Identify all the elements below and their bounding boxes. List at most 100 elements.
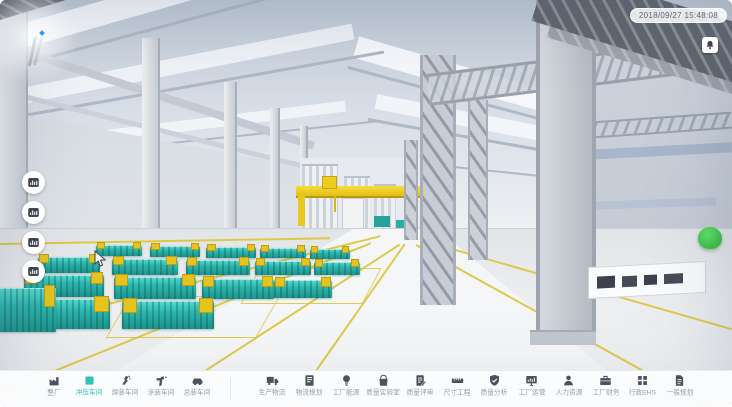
panel-screen xyxy=(664,273,683,284)
factory-icon xyxy=(48,374,61,387)
bottom-toolbar: 整厂 冲压车间 焊装车间 涂装车间 xyxy=(0,370,732,407)
file-icon xyxy=(673,374,686,387)
tab-label: 行政EHS xyxy=(629,387,656,397)
toolbar-divider xyxy=(230,378,231,400)
stamping-die-block xyxy=(122,301,214,329)
panel-chart-icon xyxy=(27,236,40,249)
stamping-die-block xyxy=(38,257,100,273)
assembly-car-icon xyxy=(191,374,204,387)
factory-column xyxy=(270,108,280,248)
green-status-object xyxy=(698,227,722,249)
tab-quality-analysis[interactable]: 质量分析 xyxy=(476,374,512,404)
data-panel-button-4[interactable] xyxy=(22,260,45,283)
crane-trolley xyxy=(322,176,337,189)
tab-label: 焊装车间 xyxy=(112,387,139,397)
stamping-die-block xyxy=(274,280,332,298)
data-panel-button-2[interactable] xyxy=(22,201,45,224)
mouse-cursor xyxy=(94,250,108,268)
shield-icon xyxy=(488,374,501,387)
column-base xyxy=(530,330,596,345)
bell-icon xyxy=(705,40,715,50)
tab-label: 质量实验室 xyxy=(366,387,400,397)
tab-label: 工厂运营 xyxy=(518,387,545,397)
truck-icon xyxy=(266,374,279,387)
bag-icon xyxy=(377,374,390,387)
storage-rack xyxy=(302,164,338,232)
workshop-square-icon xyxy=(83,374,96,387)
tab-factory-energy[interactable]: 工厂能源 xyxy=(328,374,364,404)
tab-dimension-engineering[interactable]: 尺寸工程 xyxy=(439,374,475,404)
wall-display-panel xyxy=(588,261,706,299)
stamping-die-block xyxy=(0,288,56,332)
stamping-die-block xyxy=(255,261,311,275)
data-panel-button-1[interactable] xyxy=(22,171,45,194)
distant-machine xyxy=(374,216,390,227)
tab-logistics-planning[interactable]: 物流规划 xyxy=(291,374,327,404)
panel-chart-icon xyxy=(27,176,40,189)
module-tabs: 生产物流 物流规划 工厂能源 质量实验室 xyxy=(254,374,698,404)
tab-factory-operation[interactable]: 工厂运营 xyxy=(514,374,550,404)
tab-label: 生产物流 xyxy=(259,387,286,397)
floor-horizon-line xyxy=(0,228,732,229)
stamping-die-block xyxy=(310,249,350,259)
stamping-die-block xyxy=(114,277,196,299)
digital-twin-app: 2018/09/27 15:48:08 整厂 冲压车间 xyxy=(0,0,732,407)
panel-screen xyxy=(622,275,637,287)
clock: 2018/09/27 15:48:08 xyxy=(630,8,727,23)
tab-human-resources[interactable]: 人力资源 xyxy=(551,374,587,404)
stamping-die-block xyxy=(202,279,274,299)
tab-label: 质量分析 xyxy=(481,387,508,397)
stamping-die-block xyxy=(186,260,250,275)
tab-label: 冲压车间 xyxy=(76,387,103,397)
panel-screen xyxy=(597,276,615,289)
route-doc-icon xyxy=(303,374,316,387)
ruler-icon xyxy=(451,374,464,387)
tab-general-planning[interactable]: 一般规划 xyxy=(662,374,698,404)
paint-spray-icon xyxy=(155,374,168,387)
tab-whole-plant[interactable]: 整厂 xyxy=(37,374,71,404)
data-panel-button-3[interactable] xyxy=(22,231,45,254)
person-icon xyxy=(562,374,575,387)
tab-quality-review[interactable]: 质量评审 xyxy=(402,374,438,404)
briefcase-icon xyxy=(599,374,612,387)
stamping-die-block xyxy=(314,262,360,275)
panel-chart-icon xyxy=(27,206,40,219)
tab-painting-workshop[interactable]: 涂装车间 xyxy=(143,374,179,404)
welding-icon xyxy=(119,374,132,387)
grid-icon xyxy=(636,374,649,387)
monitor-chart-icon xyxy=(525,374,538,387)
bulb-icon xyxy=(340,374,353,387)
panel-screen xyxy=(644,274,657,285)
tab-ehs[interactable]: 行政EHS xyxy=(625,374,661,404)
tab-stamping-workshop[interactable]: 冲压车间 xyxy=(71,374,107,404)
tab-assembly-workshop[interactable]: 总装车间 xyxy=(179,374,215,404)
tab-production-logistics[interactable]: 生产物流 xyxy=(254,374,290,404)
tab-label: 整厂 xyxy=(47,387,60,397)
stamping-die-block xyxy=(260,248,306,258)
tab-label: 一般规划 xyxy=(666,387,693,397)
3d-factory-viewport[interactable] xyxy=(0,0,732,407)
tab-label: 尺寸工程 xyxy=(444,387,471,397)
tab-label: 工厂能源 xyxy=(333,387,360,397)
tab-label: 人力资源 xyxy=(555,387,582,397)
tab-factory-finance[interactable]: 工厂财务 xyxy=(588,374,624,404)
tab-label: 质量评审 xyxy=(407,387,434,397)
distant-machine xyxy=(342,198,364,230)
lattice-column xyxy=(536,0,596,340)
timestamp-text: 2018/09/27 15:48:08 xyxy=(639,11,718,20)
panel-chart-icon xyxy=(27,265,40,278)
crane-leg xyxy=(298,196,305,226)
tab-label: 总装车间 xyxy=(184,387,211,397)
tab-label: 工厂财务 xyxy=(592,387,619,397)
doc-pen-icon xyxy=(414,374,427,387)
tab-label: 涂装车间 xyxy=(148,387,175,397)
stamping-die-block xyxy=(112,259,178,275)
tab-quality-lab[interactable]: 质量实验室 xyxy=(365,374,401,404)
lattice-column xyxy=(468,100,488,260)
tab-label: 物流规划 xyxy=(296,387,323,397)
tab-welding-workshop[interactable]: 焊装车间 xyxy=(107,374,143,404)
workshop-tabs: 整厂 冲压车间 焊装车间 涂装车间 xyxy=(37,374,215,404)
crane-hoist xyxy=(334,196,336,212)
lattice-column xyxy=(404,140,418,240)
notification-button[interactable] xyxy=(702,37,718,53)
